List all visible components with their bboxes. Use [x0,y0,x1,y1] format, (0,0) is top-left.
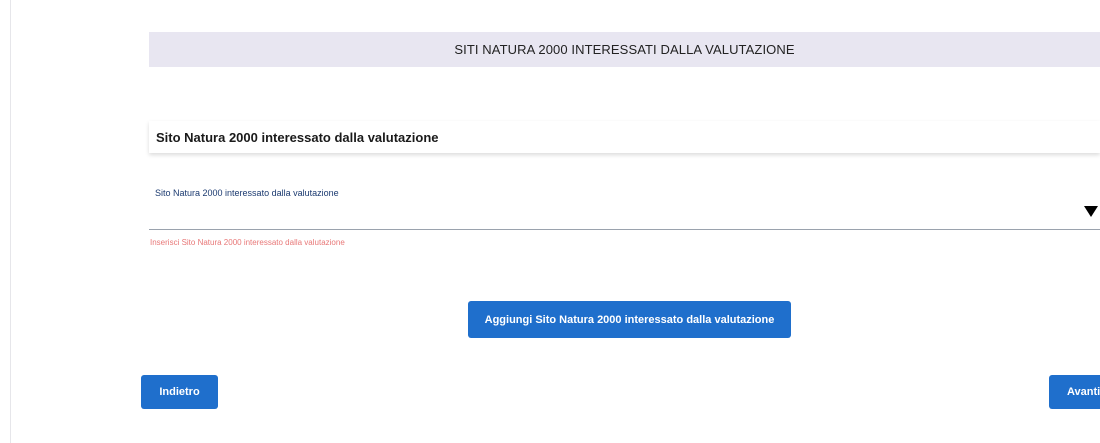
site-select-error: Inserisci Sito Natura 2000 interessato d… [150,238,345,247]
card-header: Sito Natura 2000 interessato dalla valut… [149,121,1100,153]
site-select-label: Sito Natura 2000 interessato dalla valut… [155,188,339,198]
add-site-button-label: Aggiungi Sito Natura 2000 interessato da… [484,313,775,326]
site-select[interactable] [149,198,1100,230]
add-site-button[interactable]: Aggiungi Sito Natura 2000 interessato da… [468,301,791,338]
back-button-label: Indietro [159,386,200,398]
caret-down-icon[interactable] [1084,206,1098,217]
next-button[interactable]: Avanti [1049,375,1100,409]
section-banner: SITI NATURA 2000 INTERESSATI DALLA VALUT… [149,32,1100,67]
next-button-label: Avanti [1067,386,1100,398]
page: SITI NATURA 2000 INTERESSATI DALLA VALUT… [0,0,1100,443]
left-divider [10,0,11,443]
section-title: SITI NATURA 2000 INTERESSATI DALLA VALUT… [454,42,795,57]
card-title: Sito Natura 2000 interessato dalla valut… [156,129,439,145]
back-button[interactable]: Indietro [141,375,218,409]
